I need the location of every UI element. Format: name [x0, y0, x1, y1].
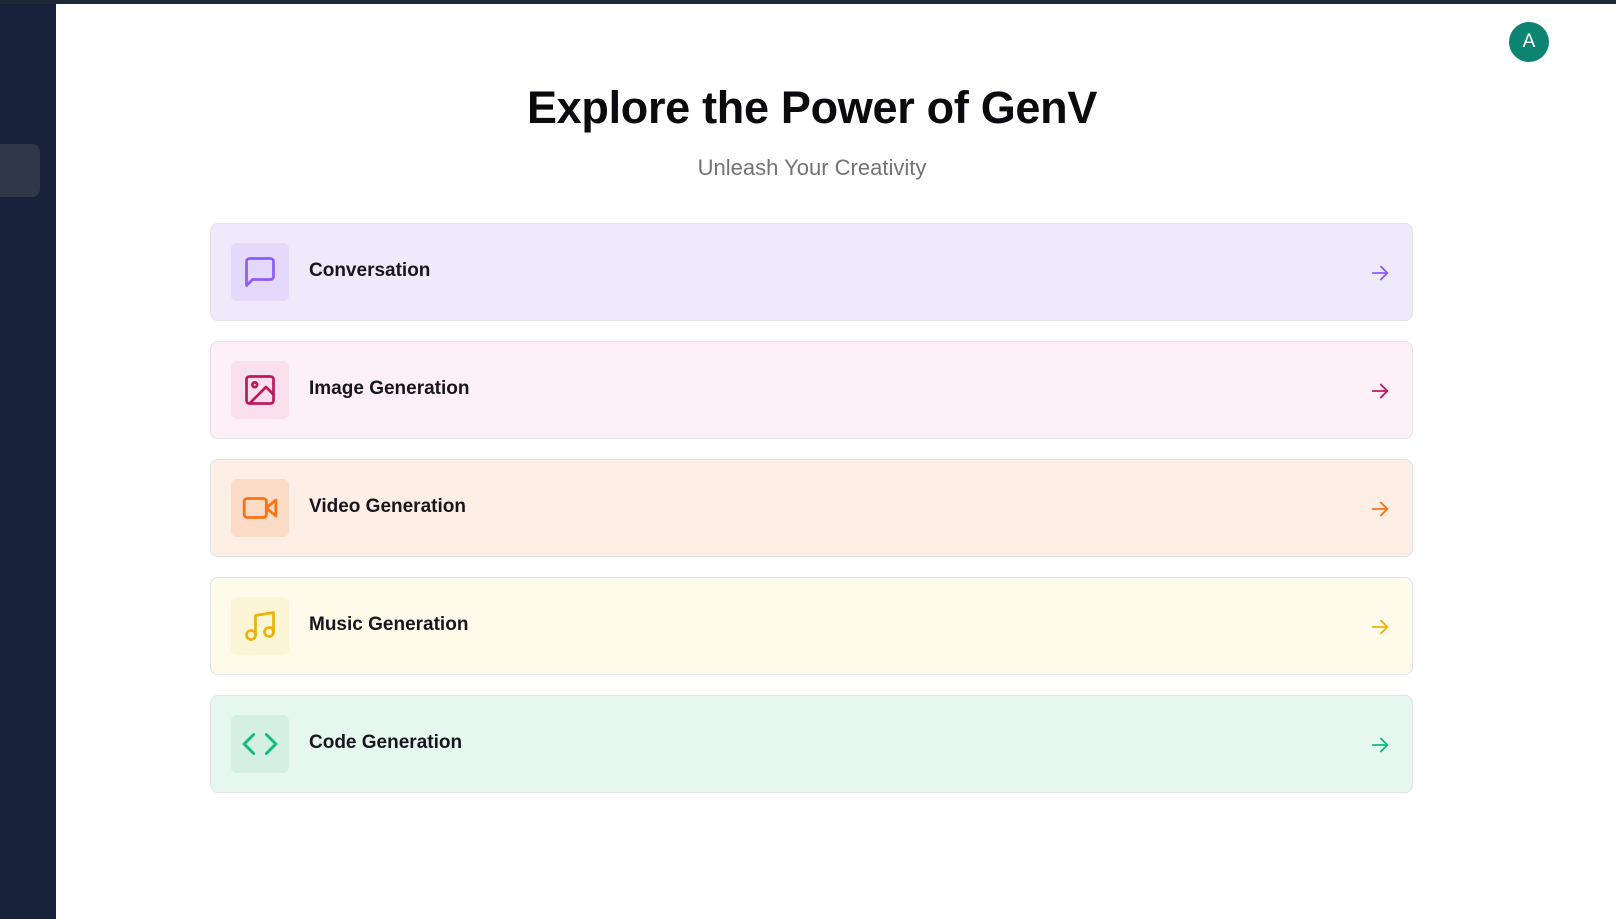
message-square-icon — [231, 243, 289, 301]
page-subtitle: Unleash Your Creativity — [697, 155, 927, 180]
arrow-right-icon — [1371, 501, 1389, 517]
arrow-right-icon — [1371, 265, 1389, 281]
tool-label: Music Generation — [309, 614, 469, 635]
arrow-right-icon — [1371, 383, 1389, 399]
tool-label: Code Generation — [309, 732, 463, 753]
sidebar — [0, 4, 56, 919]
tool-label: Video Generation — [309, 496, 466, 517]
image-icon — [231, 361, 289, 419]
tool-label: Image Generation — [309, 378, 470, 399]
main-content: Explore the Power of GenV Unleash Your C… — [56, 4, 1568, 919]
tool-card-video-generation[interactable]: Video Generation — [210, 459, 1413, 557]
arrow-right-icon — [1371, 737, 1389, 753]
tool-card-code-generation[interactable]: Code Generation — [210, 695, 1413, 793]
video-icon — [231, 479, 289, 537]
sidebar-toggle[interactable] — [0, 144, 40, 197]
tool-card-image-generation[interactable]: Image Generation — [210, 341, 1413, 439]
tool-list: Conversation Image Generation Video Gene… — [210, 223, 1413, 813]
page-title: Explore the Power of GenV — [526, 82, 1098, 133]
tool-card-music-generation[interactable]: Music Generation — [210, 577, 1413, 675]
music-icon — [231, 597, 289, 655]
code-icon — [231, 715, 289, 773]
tool-label: Conversation — [309, 260, 431, 281]
arrow-right-icon — [1371, 619, 1389, 635]
tool-card-conversation[interactable]: Conversation — [210, 223, 1413, 321]
